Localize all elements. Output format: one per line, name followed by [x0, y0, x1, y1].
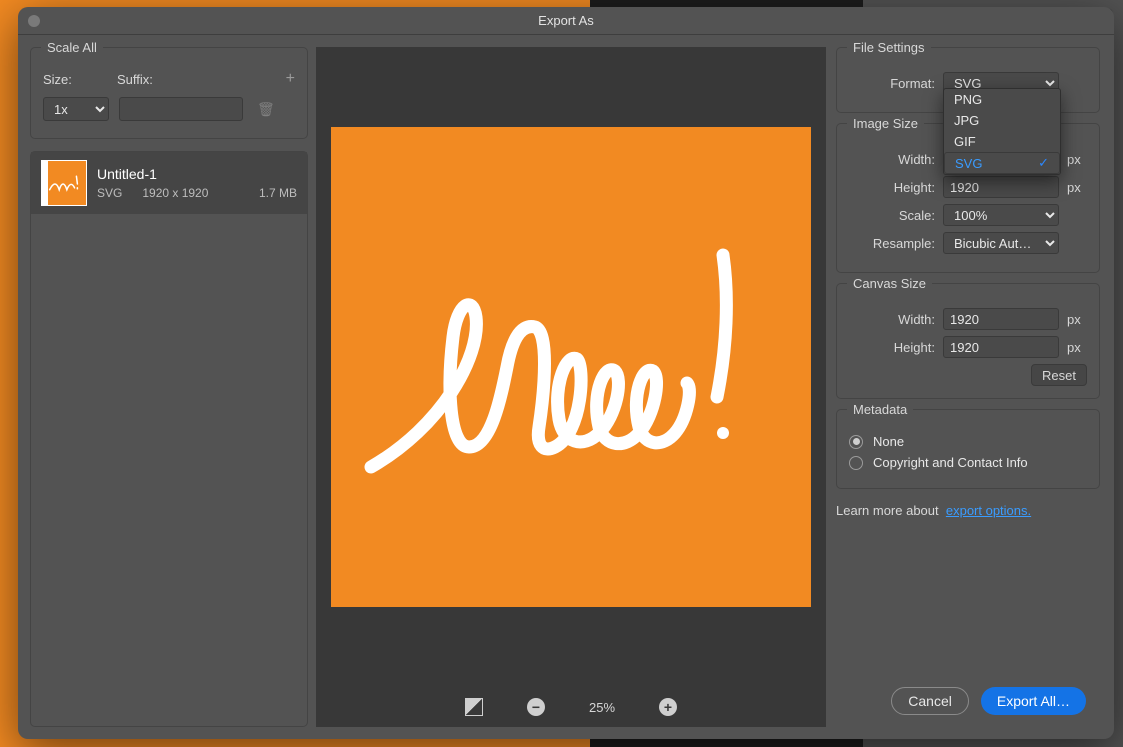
- zoom-toolbar: − 25% +: [316, 687, 826, 727]
- metadata-cci-label: Copyright and Contact Info: [873, 455, 1028, 470]
- cvs-height-label: Height:: [849, 340, 935, 355]
- canvas-size-title: Canvas Size: [847, 276, 932, 291]
- preview-canvas[interactable]: [331, 127, 811, 607]
- metadata-cci-row[interactable]: Copyright and Contact Info: [849, 455, 1087, 470]
- img-width-label: Width:: [849, 152, 935, 167]
- resample-label: Resample:: [849, 236, 935, 251]
- metadata-title: Metadata: [847, 402, 913, 417]
- add-scale-button[interactable]: +: [286, 72, 295, 87]
- asset-thumbnail: [41, 160, 87, 206]
- format-option-jpg[interactable]: JPG: [944, 110, 1060, 131]
- size-label: Size:: [43, 72, 117, 87]
- reset-button[interactable]: Reset: [1031, 364, 1087, 386]
- format-option-gif[interactable]: GIF: [944, 131, 1060, 152]
- asset-list: Untitled-1 SVG 1920 x 1920 1.7 MB: [30, 151, 308, 727]
- scale-all-group: Scale All Size: Suffix: + 1x 🗑: [30, 47, 308, 139]
- metadata-group: Metadata None Copyright and Contact Info: [836, 409, 1100, 489]
- zoom-in-button[interactable]: +: [659, 698, 677, 716]
- dialog-title: Export As: [538, 13, 594, 28]
- learn-more: Learn more about export options.: [836, 503, 1100, 518]
- image-size-title: Image Size: [847, 116, 924, 131]
- scale-all-title: Scale All: [41, 40, 103, 55]
- asset-dimensions: 1920 x 1920: [142, 186, 208, 200]
- asset-row[interactable]: Untitled-1 SVG 1920 x 1920 1.7 MB: [31, 152, 307, 214]
- img-height-input[interactable]: [943, 176, 1059, 198]
- export-as-dialog: Export As Scale All Size: Suffix: + 1x 🗑: [18, 7, 1114, 739]
- format-label: Format:: [849, 76, 935, 91]
- file-settings-group: File Settings Format: SVG PNG JPG GIF SV…: [836, 47, 1100, 113]
- cvs-width-label: Width:: [849, 312, 935, 327]
- metadata-none-row[interactable]: None: [849, 434, 1087, 449]
- cancel-button[interactable]: Cancel: [891, 687, 969, 715]
- file-settings-title: File Settings: [847, 40, 931, 55]
- cvs-width-input[interactable]: [943, 308, 1059, 330]
- suffix-input[interactable]: [119, 97, 243, 121]
- radio-cci[interactable]: [849, 456, 863, 470]
- size-select[interactable]: 1x: [43, 97, 109, 121]
- resample-select[interactable]: Bicubic Aut…: [943, 232, 1059, 254]
- canvas-size-group: Canvas Size Width: px Height: px Reset: [836, 283, 1100, 399]
- trash-icon[interactable]: 🗑: [257, 101, 275, 118]
- dialog-footer: Cancel Export All…: [836, 675, 1100, 727]
- asset-filesize: 1.7 MB: [259, 186, 297, 200]
- format-dropdown: PNG JPG GIF SVG✓: [943, 88, 1061, 175]
- format-option-png[interactable]: PNG: [944, 89, 1060, 110]
- img-height-label: Height:: [849, 180, 935, 195]
- metadata-none-label: None: [873, 434, 904, 449]
- unit-px3: px: [1067, 312, 1081, 327]
- radio-none[interactable]: [849, 435, 863, 449]
- zoom-level: 25%: [589, 700, 615, 715]
- preview-pane: − 25% +: [316, 47, 826, 727]
- close-icon[interactable]: [28, 15, 40, 27]
- suffix-label: Suffix:: [117, 72, 247, 87]
- export-options-link[interactable]: export options.: [946, 503, 1031, 518]
- zoom-out-button[interactable]: −: [527, 698, 545, 716]
- cvs-height-input[interactable]: [943, 336, 1059, 358]
- unit-px2: px: [1067, 180, 1081, 195]
- format-option-svg[interactable]: SVG✓: [944, 152, 1060, 174]
- asset-format: SVG: [97, 186, 122, 200]
- unit-px4: px: [1067, 340, 1081, 355]
- img-scale-label: Scale:: [849, 208, 935, 223]
- export-all-button[interactable]: Export All…: [981, 687, 1086, 715]
- contrast-icon[interactable]: [465, 698, 483, 716]
- asset-title: Untitled-1: [97, 166, 297, 182]
- img-scale-select[interactable]: 100%: [943, 204, 1059, 226]
- check-icon: ✓: [1038, 155, 1049, 171]
- unit-px: px: [1067, 152, 1081, 167]
- dialog-titlebar: Export As: [18, 7, 1114, 35]
